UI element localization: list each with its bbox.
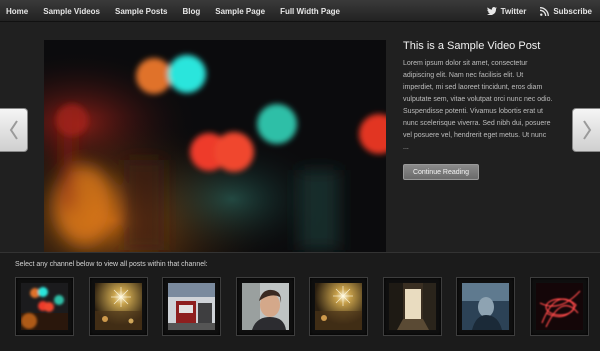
channel-thumbnail-8[interactable] xyxy=(529,277,589,336)
page: Home Sample Videos Sample Posts Blog Sam… xyxy=(0,0,600,351)
channel-thumbnail-1[interactable] xyxy=(15,277,74,336)
channel-instructions: Select any channel below to view all pos… xyxy=(15,261,208,268)
channel-strip: Select any channel below to view all pos… xyxy=(0,252,600,351)
nav-sample-posts[interactable]: Sample Posts xyxy=(115,7,167,16)
subscribe-label: Subscribe xyxy=(553,6,592,16)
continue-reading-button[interactable]: Continue Reading xyxy=(403,164,479,180)
doorway-image xyxy=(388,283,436,330)
portrait-woman-image xyxy=(241,283,289,330)
night-sparkle-image xyxy=(94,283,142,330)
channel-thumbnail-7[interactable] xyxy=(456,277,515,336)
post-title[interactable]: This is a Sample Video Post xyxy=(403,40,553,52)
channel-thumbnail-5[interactable] xyxy=(309,277,368,336)
nav-blog[interactable]: Blog xyxy=(182,7,200,16)
channel-thumbnail-6[interactable] xyxy=(382,277,442,336)
nav-sample-page[interactable]: Sample Page xyxy=(215,7,265,16)
next-slide-button[interactable] xyxy=(572,108,600,152)
social-links: Twitter Subscribe xyxy=(473,0,592,22)
chevron-left-icon xyxy=(9,120,18,140)
featured-video[interactable] xyxy=(44,40,386,252)
twitter-link[interactable]: Twitter xyxy=(486,6,527,16)
featured-post: This is a Sample Video Post Lorem ipsum … xyxy=(403,40,553,180)
twitter-label: Twitter xyxy=(500,6,527,16)
nav-sample-videos[interactable]: Sample Videos xyxy=(43,7,100,16)
previous-slide-button[interactable] xyxy=(0,108,28,152)
post-excerpt: Lorem ipsum dolor sit amet, consectetur … xyxy=(403,60,553,151)
channel-thumbnail-2[interactable] xyxy=(88,277,148,336)
light-trails-image xyxy=(535,283,583,330)
night-sparkle-image-2 xyxy=(315,283,362,330)
featured-slider: This is a Sample Video Post Lorem ipsum … xyxy=(0,22,600,252)
rss-icon xyxy=(540,6,550,16)
top-navigation-bar: Home Sample Videos Sample Posts Blog Sam… xyxy=(0,0,600,22)
twitter-bird-icon xyxy=(486,7,497,15)
blue-portrait-image xyxy=(462,283,509,330)
channel-thumbnails xyxy=(15,277,600,336)
channel-thumbnail-4[interactable] xyxy=(235,277,295,336)
chevron-right-icon xyxy=(582,120,591,140)
channel-thumbnail-3[interactable] xyxy=(162,277,221,336)
street-scene-image xyxy=(168,283,215,330)
nav-home[interactable]: Home xyxy=(6,7,28,16)
main-menu: Home Sample Videos Sample Posts Blog Sam… xyxy=(6,0,355,22)
subscribe-link[interactable]: Subscribe xyxy=(540,7,592,16)
bokeh-lights-image xyxy=(21,283,68,330)
nav-full-width-page[interactable]: Full Width Page xyxy=(280,7,340,16)
